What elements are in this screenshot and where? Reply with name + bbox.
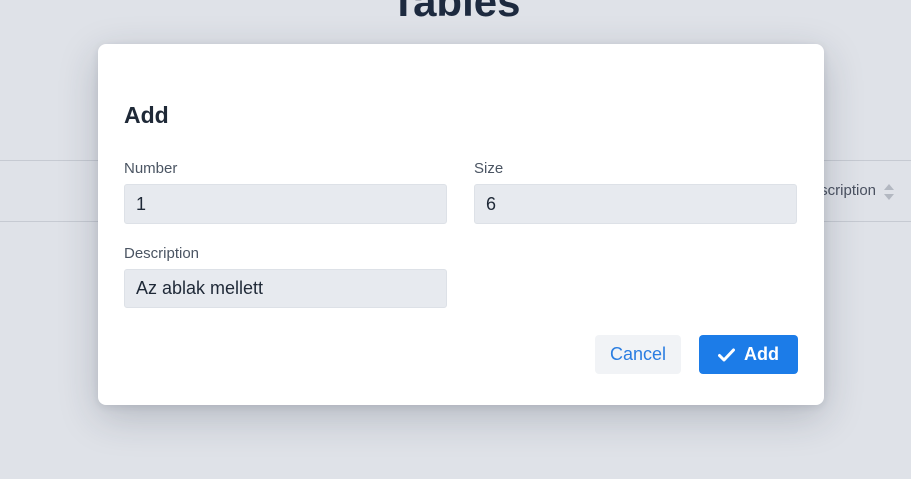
number-label: Number bbox=[124, 160, 178, 177]
description-field-group: Description bbox=[124, 245, 447, 308]
cancel-button[interactable]: Cancel bbox=[595, 335, 681, 374]
add-dialog: Add Number Size Description Cancel Add bbox=[98, 44, 824, 405]
sort-icon[interactable] bbox=[883, 183, 895, 201]
add-button[interactable]: Add bbox=[699, 335, 798, 374]
check-icon bbox=[718, 348, 735, 361]
size-field-group: Size bbox=[474, 160, 797, 224]
description-label: Description bbox=[124, 245, 200, 262]
size-input[interactable] bbox=[474, 184, 797, 224]
add-button-label: Add bbox=[744, 344, 779, 364]
description-input[interactable] bbox=[124, 269, 447, 308]
size-label: Size bbox=[474, 160, 504, 177]
number-input[interactable] bbox=[124, 184, 447, 224]
page-title: Tables bbox=[390, 0, 521, 25]
number-field-group: Number bbox=[124, 160, 447, 224]
dialog-title: Add bbox=[124, 102, 169, 128]
